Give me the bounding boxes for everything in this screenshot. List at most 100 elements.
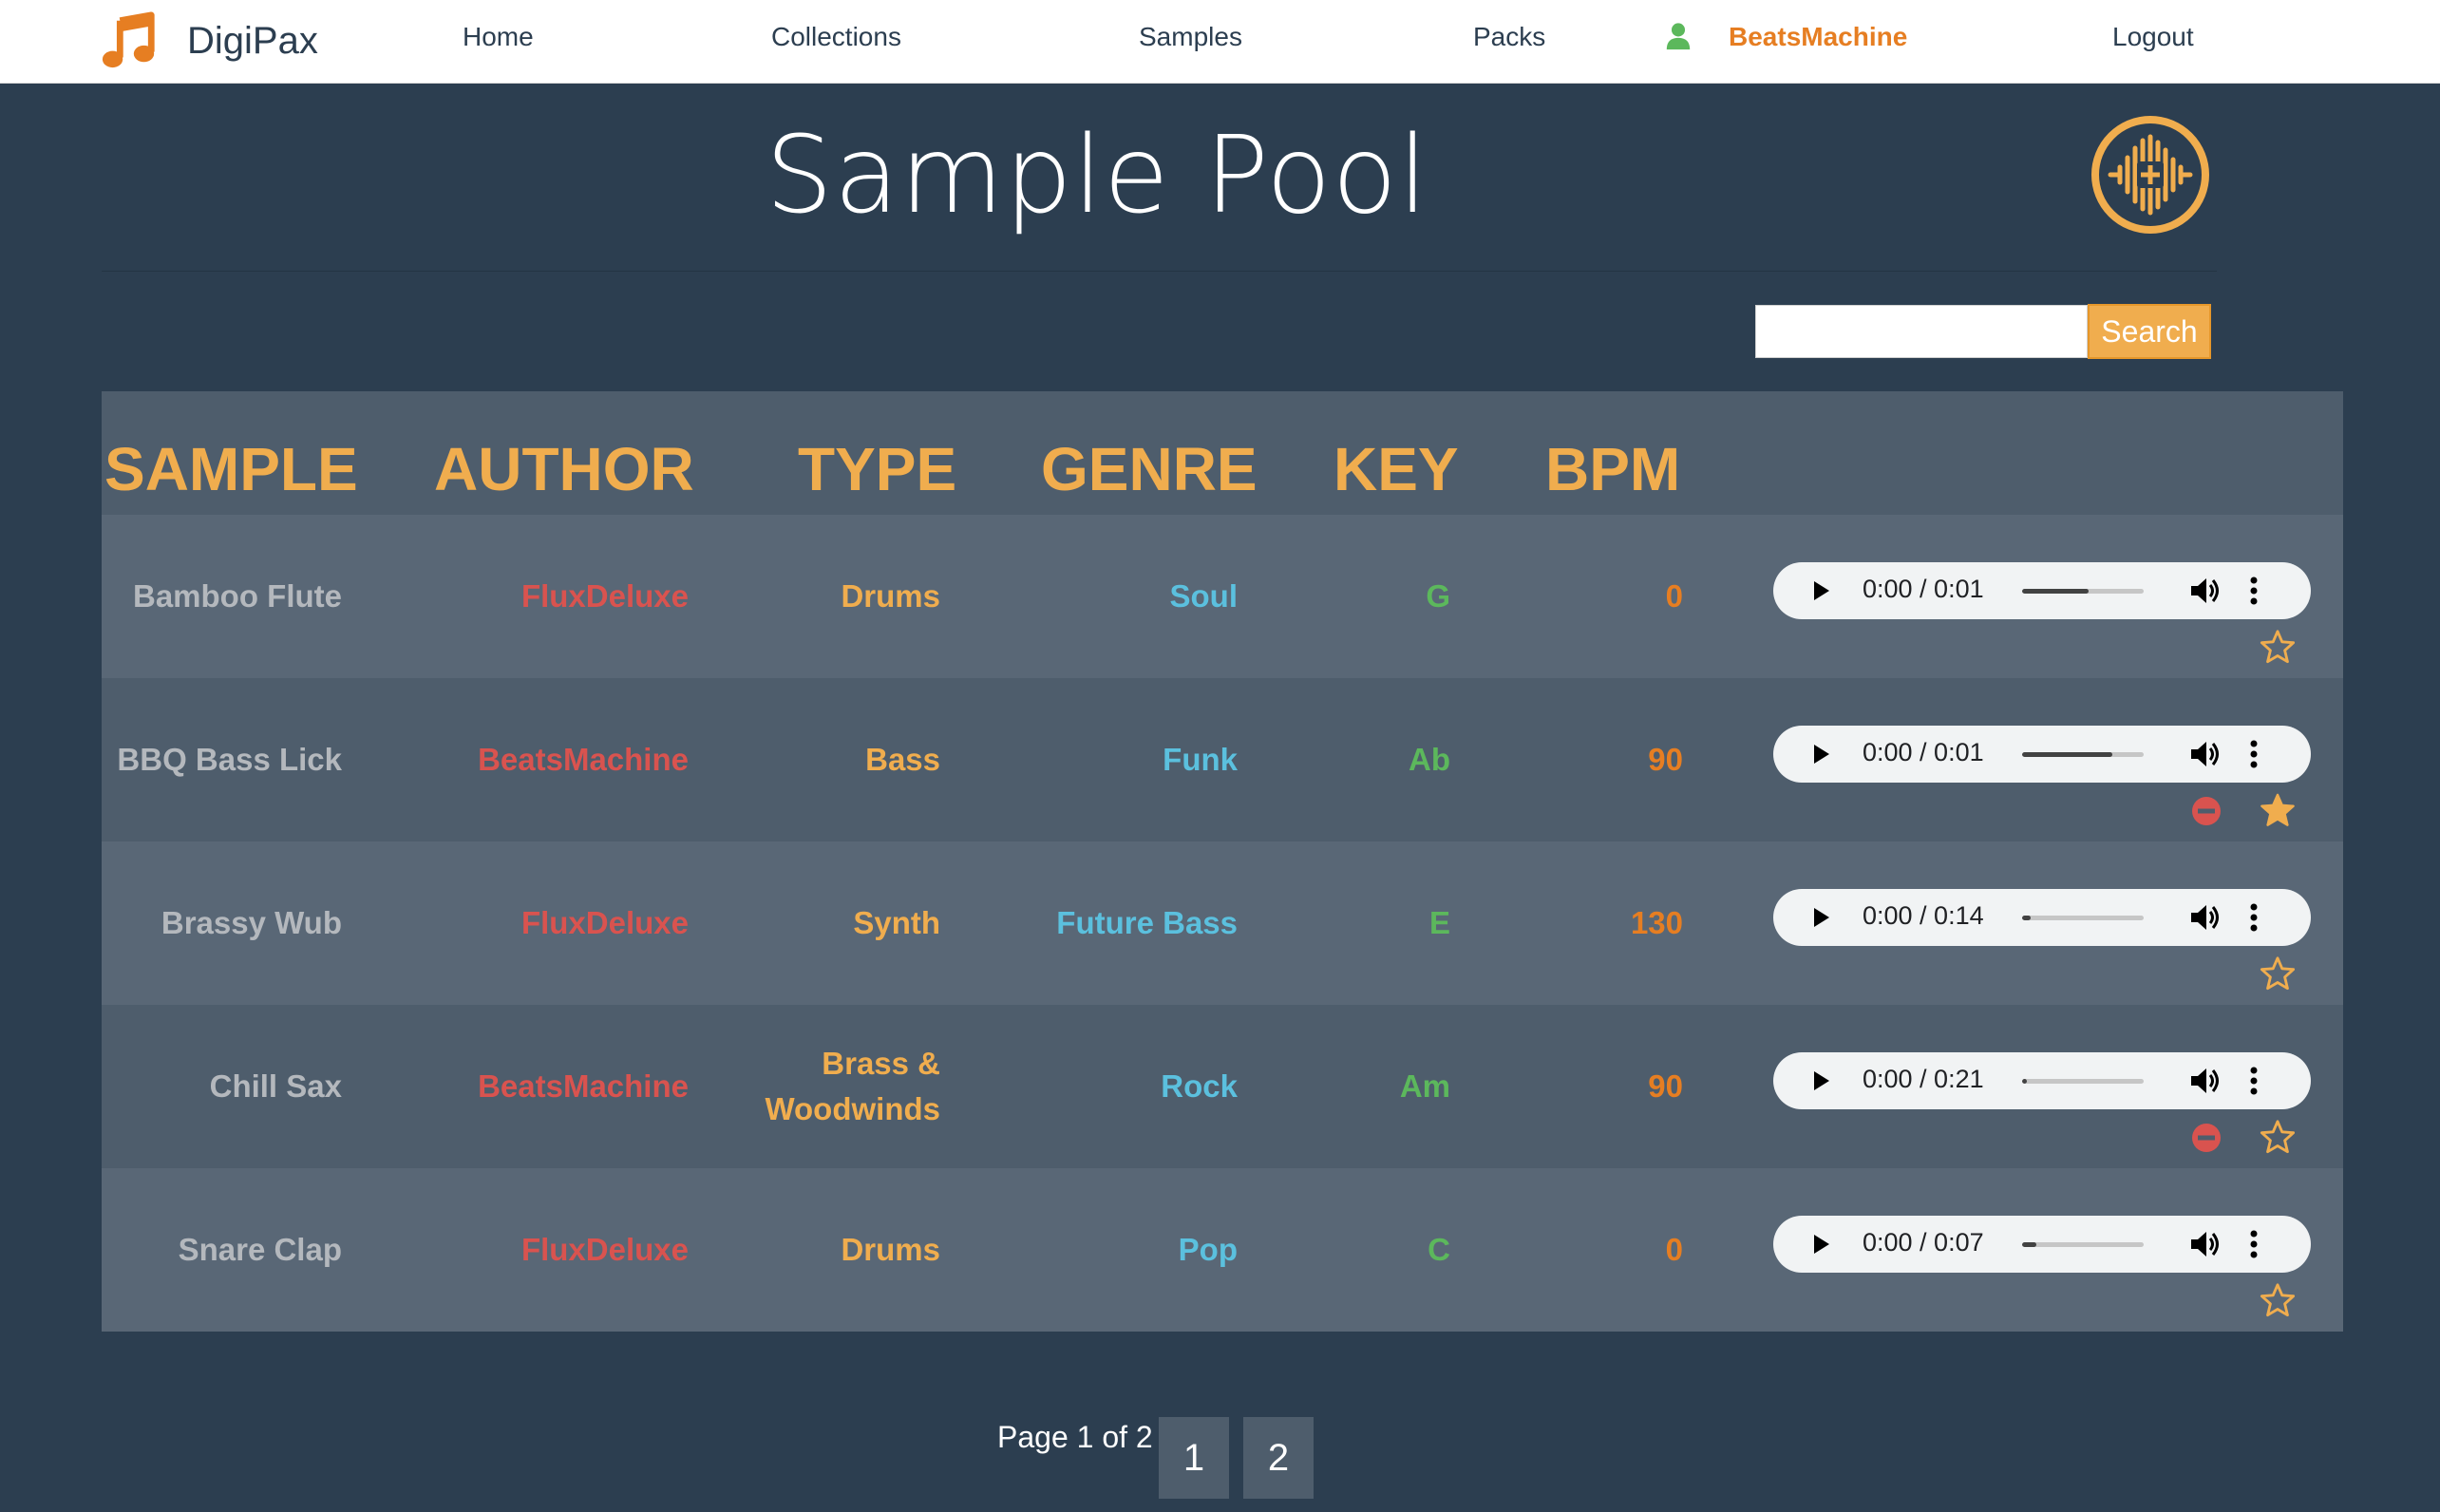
nav-user[interactable]: BeatsMachine xyxy=(1666,17,1908,57)
author-link[interactable]: FluxDeluxe xyxy=(368,841,689,1005)
audio-player[interactable]: 0:00 / 0:01 xyxy=(1773,726,2311,783)
search-button[interactable]: Search xyxy=(2088,304,2211,359)
pagination-info: Page 1 of 2 xyxy=(997,1420,1153,1454)
nav-collections[interactable]: Collections xyxy=(771,17,901,57)
page-button-1[interactable]: 1 xyxy=(1159,1417,1229,1499)
sample-type: Synth xyxy=(709,841,940,1005)
sample-bpm: 90 xyxy=(1648,1068,1683,1104)
nav-packs[interactable]: Packs xyxy=(1473,17,1545,57)
play-icon[interactable] xyxy=(1809,906,1832,929)
sample-bpm: 0 xyxy=(1665,1232,1683,1267)
sample-bpm: 90 xyxy=(1648,742,1683,777)
header-bpm[interactable]: BPM xyxy=(1545,434,1680,504)
table-row: Snare Clap FluxDeluxe Drums Pop C 0 0:00 / 0:0… xyxy=(102,1168,2343,1332)
sample-type-line: Woodwinds xyxy=(765,1091,940,1126)
audio-seek-fill xyxy=(2022,589,2090,594)
sample-bpm: 130 xyxy=(1630,905,1683,940)
star-icon[interactable] xyxy=(2260,955,2296,992)
volume-icon[interactable] xyxy=(2189,1066,2222,1096)
audio-player[interactable]: 0:00 / 0:21 xyxy=(1773,1052,2311,1109)
sample-key: E xyxy=(1428,905,1450,940)
page-button-2[interactable]: 2 xyxy=(1243,1417,1314,1499)
star-icon[interactable] xyxy=(2260,629,2296,665)
sample-genre: Future Bass xyxy=(1056,905,1238,940)
header-author[interactable]: AUTHOR xyxy=(434,434,694,504)
volume-icon[interactable] xyxy=(2189,576,2222,606)
audio-seek-bar[interactable] xyxy=(2022,1242,2144,1247)
table-row: Chill Sax BeatsMachine Brass & Woodwinds Roc… xyxy=(102,1005,2343,1168)
author-link[interactable]: FluxDeluxe xyxy=(368,515,689,678)
more-vertical-icon[interactable] xyxy=(2250,576,2258,605)
samples-table: SAMPLE AUTHOR TYPE GENRE KEY BPM Bamboo … xyxy=(102,391,2343,1332)
user-icon xyxy=(1666,23,1691,50)
sample-type: Brass & Woodwinds xyxy=(709,1005,940,1168)
remove-circle-icon[interactable] xyxy=(2191,1123,2222,1153)
sample-key: C xyxy=(1428,1232,1450,1267)
author-link[interactable]: BeatsMachine xyxy=(368,1005,689,1168)
more-vertical-icon[interactable] xyxy=(2250,1067,2258,1095)
sample-name: BBQ Bass Lick xyxy=(117,742,342,777)
volume-icon[interactable] xyxy=(2189,902,2222,933)
star-icon[interactable] xyxy=(2260,1119,2296,1155)
audio-seek-fill xyxy=(2022,752,2112,757)
audio-time: 0:00 / 0:07 xyxy=(1863,1228,1984,1257)
star-icon[interactable] xyxy=(2260,792,2296,828)
nav-user-label: BeatsMachine xyxy=(1729,22,1908,51)
audio-seek-bar[interactable] xyxy=(2022,752,2144,757)
table-row: BBQ Bass Lick BeatsMachine Bass Funk Ab 90 0:0… xyxy=(102,678,2343,841)
nav-logout[interactable]: Logout xyxy=(2112,17,2194,57)
play-icon[interactable] xyxy=(1809,579,1832,602)
audio-time: 0:00 / 0:01 xyxy=(1863,738,1984,766)
more-vertical-icon[interactable] xyxy=(2250,740,2258,768)
table-row: Brassy Wub FluxDeluxe Synth Future Bass E 130… xyxy=(102,841,2343,1005)
sample-type: Drums xyxy=(709,515,940,678)
audio-seek-bar[interactable] xyxy=(2022,1079,2144,1084)
audio-time: 0:00 / 0:21 xyxy=(1863,1065,1984,1093)
play-icon[interactable] xyxy=(1809,743,1832,765)
audio-player[interactable]: 0:00 / 0:01 xyxy=(1773,562,2311,619)
nav-home[interactable]: Home xyxy=(463,17,534,57)
audio-player[interactable]: 0:00 / 0:14 xyxy=(1773,889,2311,946)
audio-time: 0:00 / 0:14 xyxy=(1863,901,1984,930)
play-icon[interactable] xyxy=(1809,1069,1832,1092)
music-note-icon xyxy=(102,11,155,68)
more-vertical-icon[interactable] xyxy=(2250,1230,2258,1258)
audio-player[interactable]: 0:00 / 0:07 xyxy=(1773,1216,2311,1273)
audio-seek-bar[interactable] xyxy=(2022,589,2144,594)
author-link[interactable]: FluxDeluxe xyxy=(368,1168,689,1332)
sample-genre: Pop xyxy=(1178,1232,1238,1267)
sample-type-line: Brass & xyxy=(822,1046,940,1081)
author-link[interactable]: BeatsMachine xyxy=(368,678,689,841)
search-input[interactable] xyxy=(1755,305,2088,358)
title-divider xyxy=(102,271,2217,272)
more-vertical-icon[interactable] xyxy=(2250,903,2258,932)
audio-seek-fill xyxy=(2022,1242,2037,1247)
volume-icon[interactable] xyxy=(2189,1229,2222,1259)
table-row: Bamboo Flute FluxDeluxe Drums Soul G 0 0:00 / … xyxy=(102,515,2343,678)
sample-type-line: Synth xyxy=(853,905,940,940)
volume-icon[interactable] xyxy=(2189,739,2222,769)
brand[interactable]: DigiPax xyxy=(100,8,318,74)
header-type[interactable]: TYPE xyxy=(798,434,956,504)
sample-key: G xyxy=(1426,578,1450,614)
sample-type-line: Drums xyxy=(841,1232,940,1267)
header-genre[interactable]: GENRE xyxy=(1041,434,1258,504)
sample-type-line: Bass xyxy=(865,742,940,777)
sample-name: Bamboo Flute xyxy=(133,578,342,614)
sample-genre: Rock xyxy=(1161,1068,1238,1104)
play-icon[interactable] xyxy=(1809,1233,1832,1256)
remove-circle-icon[interactable] xyxy=(2191,796,2222,826)
sample-genre: Soul xyxy=(1169,578,1239,614)
sample-key: Am xyxy=(1399,1068,1450,1104)
header-sample[interactable]: SAMPLE xyxy=(104,434,358,504)
nav-samples[interactable]: Samples xyxy=(1139,17,1242,57)
add-sample-waveform-icon[interactable] xyxy=(2090,114,2211,236)
audio-seek-bar[interactable] xyxy=(2022,916,2144,920)
star-icon[interactable] xyxy=(2260,1282,2296,1318)
audio-seek-fill xyxy=(2022,1079,2028,1084)
sample-type: Bass xyxy=(709,678,940,841)
sample-name: Snare Clap xyxy=(178,1232,342,1267)
header-key[interactable]: KEY xyxy=(1333,434,1459,504)
sample-genre: Funk xyxy=(1163,742,1238,777)
audio-time: 0:00 / 0:01 xyxy=(1863,575,1984,603)
